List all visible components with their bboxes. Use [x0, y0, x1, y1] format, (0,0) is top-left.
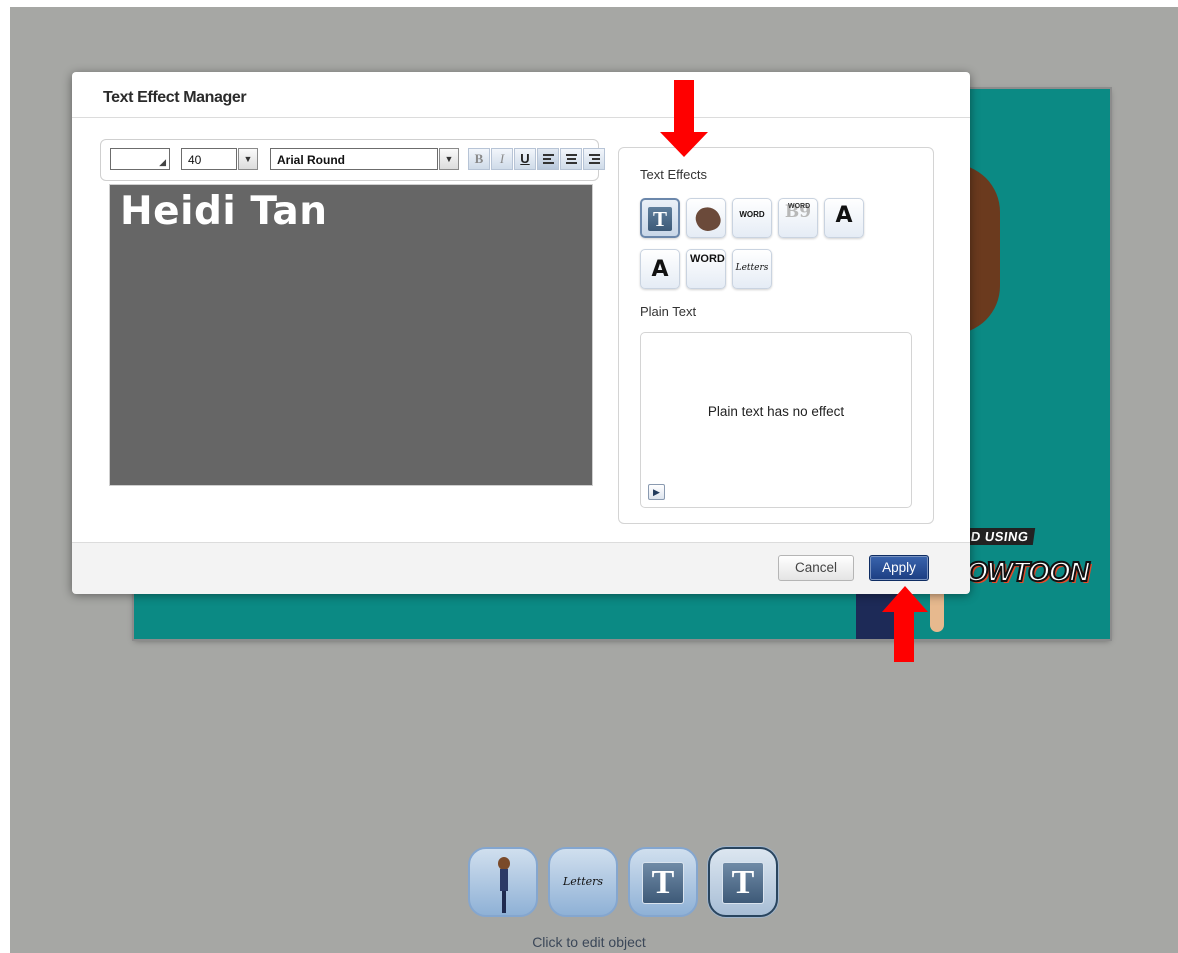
text-effects-label: Text Effects — [640, 167, 707, 182]
effect-preview: Plain text has no effect ▶ — [640, 332, 912, 508]
edit-object-hint: Click to edit object — [532, 934, 646, 950]
object-text-button[interactable]: T — [628, 847, 698, 917]
play-icon: ▶ — [653, 487, 660, 497]
object-letters-button[interactable]: Letters — [548, 847, 618, 917]
word-fade-label: WORD — [788, 203, 811, 210]
cancel-button[interactable]: Cancel — [778, 555, 854, 581]
bold-button[interactable]: B — [468, 148, 490, 170]
letter-bounce-icon: A — [651, 257, 669, 282]
object-character-button[interactable] — [468, 847, 538, 917]
font-family-field[interactable]: Arial Round — [270, 148, 438, 170]
powtoon-logo: OWTOON — [965, 555, 1091, 588]
font-size-field[interactable]: 40 — [181, 148, 237, 170]
effect-hand-draw-button[interactable] — [686, 198, 726, 238]
character-hand — [930, 592, 944, 632]
apply-button[interactable]: Apply — [869, 555, 929, 581]
italic-button[interactable]: I — [491, 148, 513, 170]
text-object-icon: T — [722, 862, 764, 904]
title-divider — [72, 117, 970, 118]
editor-text-content[interactable]: Heidi Tan — [120, 189, 327, 234]
character-icon-body — [500, 869, 508, 891]
font-family-dropdown-button[interactable]: ▼ — [439, 148, 459, 170]
effect-word-button[interactable]: WORD — [732, 198, 772, 238]
effect-letter-pop-button[interactable]: A — [824, 198, 864, 238]
color-dropdown-icon: ◢ — [159, 157, 166, 167]
effect-word-fade-button[interactable]: WORD B9 — [778, 198, 818, 238]
word-slide-icon: WORD — [690, 253, 725, 265]
align-left-button[interactable] — [537, 148, 559, 170]
align-center-button[interactable] — [560, 148, 582, 170]
font-family-value: Arial Round — [277, 153, 345, 167]
font-size-dropdown-button[interactable]: ▼ — [238, 148, 258, 170]
text-effect-manager-dialog: Text Effect Manager ◢ 40 ▼ Arial Round ▼… — [72, 72, 970, 594]
text-editor-area[interactable]: Heidi Tan — [109, 184, 593, 486]
effect-letters-button[interactable]: Letters — [732, 249, 772, 289]
text-object-icon: T — [642, 862, 684, 904]
plain-text-icon: T — [648, 207, 672, 231]
play-preview-button[interactable]: ▶ — [648, 484, 665, 500]
align-right-button[interactable] — [583, 148, 605, 170]
letter-pop-icon: A — [835, 203, 853, 228]
effect-word-slide-button[interactable]: WORD — [686, 249, 726, 289]
text-effects-panel: Text Effects T WORD WORD B9 A A WORD Let… — [618, 147, 934, 524]
dialog-title: Text Effect Manager — [103, 89, 247, 106]
effect-plain-text-button[interactable]: T — [640, 198, 680, 238]
hand-draw-icon — [692, 203, 724, 235]
selected-effect-label: Plain Text — [640, 304, 697, 319]
object-text-button-active[interactable]: T — [708, 847, 778, 917]
made-using-badge: D USING — [964, 528, 1035, 545]
annotation-arrow-up-icon — [882, 586, 928, 662]
letters-effect-icon: Letters — [735, 263, 769, 273]
annotation-arrow-down-icon — [660, 80, 708, 158]
text-format-toolbar: ◢ 40 ▼ Arial Round ▼ B I U — [100, 139, 605, 181]
dialog-footer: Cancel Apply — [72, 542, 970, 594]
underline-button[interactable]: U — [514, 148, 536, 170]
font-size-value: 40 — [188, 153, 202, 167]
effect-letter-bounce-button[interactable]: A — [640, 249, 680, 289]
word-effect-icon: WORD — [739, 210, 765, 219]
effect-preview-text: Plain text has no effect — [707, 404, 845, 419]
character-icon-legs — [502, 891, 506, 913]
letters-icon: Letters — [562, 875, 604, 888]
text-color-picker[interactable]: ◢ — [110, 148, 170, 170]
